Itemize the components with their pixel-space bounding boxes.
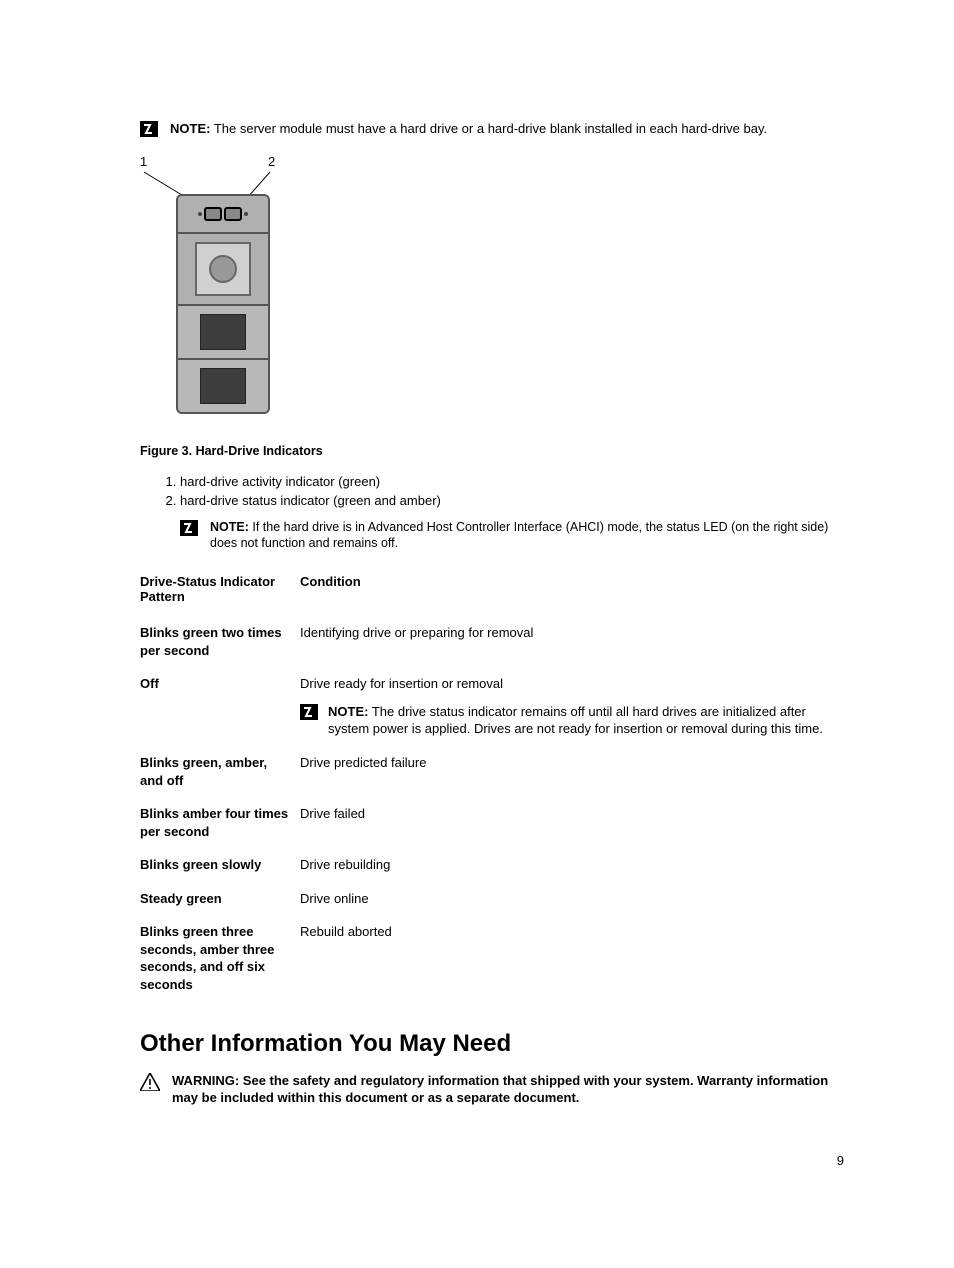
table-row: Blinks green, amber, and off Drive predi… [140,746,846,797]
note-text: NOTE: The drive status indicator remains… [328,703,836,738]
note-icon [300,704,318,720]
cell-pattern: Blinks green three seconds, amber three … [140,915,300,1001]
note-body: The drive status indicator remains off u… [328,704,823,737]
note-icon [180,520,198,536]
table-row: Blinks green three seconds, amber three … [140,915,846,1001]
table-row: Steady green Drive online [140,882,846,916]
note-label: NOTE: [170,121,210,136]
cell-condition: Drive failed [300,797,846,848]
cell-condition: Drive rebuilding [300,848,846,882]
figure-legend: hard-drive activity indicator (green) ha… [140,472,846,511]
warning-label: WARNING: [172,1073,239,1088]
note-off: NOTE: The drive status indicator remains… [300,703,836,738]
note-top: NOTE: The server module must have a hard… [140,120,846,138]
cell-pattern: Blinks green two times per second [140,616,300,667]
note-body: The server module must have a hard drive… [214,121,767,136]
cell-condition: Rebuild aborted [300,915,846,1001]
note-body: If the hard drive is in Advanced Host Co… [210,520,828,551]
drive-status-table: Drive-Status Indicator Pattern Condition… [140,568,846,1001]
table-row: Off Drive ready for insertion or removal… [140,667,846,746]
page-number: 9 [837,1153,844,1168]
header-pattern: Drive-Status Indicator Pattern [140,568,300,616]
warning-text: WARNING: See the safety and regulatory i… [172,1072,846,1107]
cell-pattern: Off [140,667,300,746]
cell-pattern: Steady green [140,882,300,916]
figure-caption: Figure 3. Hard-Drive Indicators [140,444,846,458]
drive-module-graphic [176,194,270,414]
figure-callout-2: 2 [268,154,275,169]
cell-pattern: Blinks green slowly [140,848,300,882]
cell-condition: Drive ready for insertion or removal NOT… [300,667,846,746]
table-header-row: Drive-Status Indicator Pattern Condition [140,568,846,616]
table-row: Blinks amber four times per second Drive… [140,797,846,848]
legend-item: hard-drive activity indicator (green) [180,472,846,492]
table-row: Blinks green two times per second Identi… [140,616,846,667]
warning-body: See the safety and regulatory informatio… [172,1073,828,1106]
section-heading: Other Information You May Need [140,1030,846,1058]
legend-item: hard-drive status indicator (green and a… [180,491,846,511]
note-label: NOTE: [328,704,368,719]
cell-pattern: Blinks amber four times per second [140,797,300,848]
header-condition: Condition [300,568,846,616]
note-icon [140,121,158,137]
note-text: NOTE: The server module must have a hard… [170,120,767,138]
cell-condition: Identifying drive or preparing for remov… [300,616,846,667]
warning-icon [140,1073,160,1091]
cell-pattern: Blinks green, amber, and off [140,746,300,797]
note-text: NOTE: If the hard drive is in Advanced H… [210,519,846,553]
cell-condition-text: Drive ready for insertion or removal [300,676,503,691]
table-row: Blinks green slowly Drive rebuilding [140,848,846,882]
figure-callout-1: 1 [140,154,147,169]
cell-condition: Drive online [300,882,846,916]
figure-hard-drive-indicators: 1 2 [140,154,846,434]
note-label: NOTE: [210,520,249,534]
cell-condition: Drive predicted failure [300,746,846,797]
warning-block: WARNING: See the safety and regulatory i… [140,1072,846,1107]
note-ahci: NOTE: If the hard drive is in Advanced H… [180,519,846,553]
